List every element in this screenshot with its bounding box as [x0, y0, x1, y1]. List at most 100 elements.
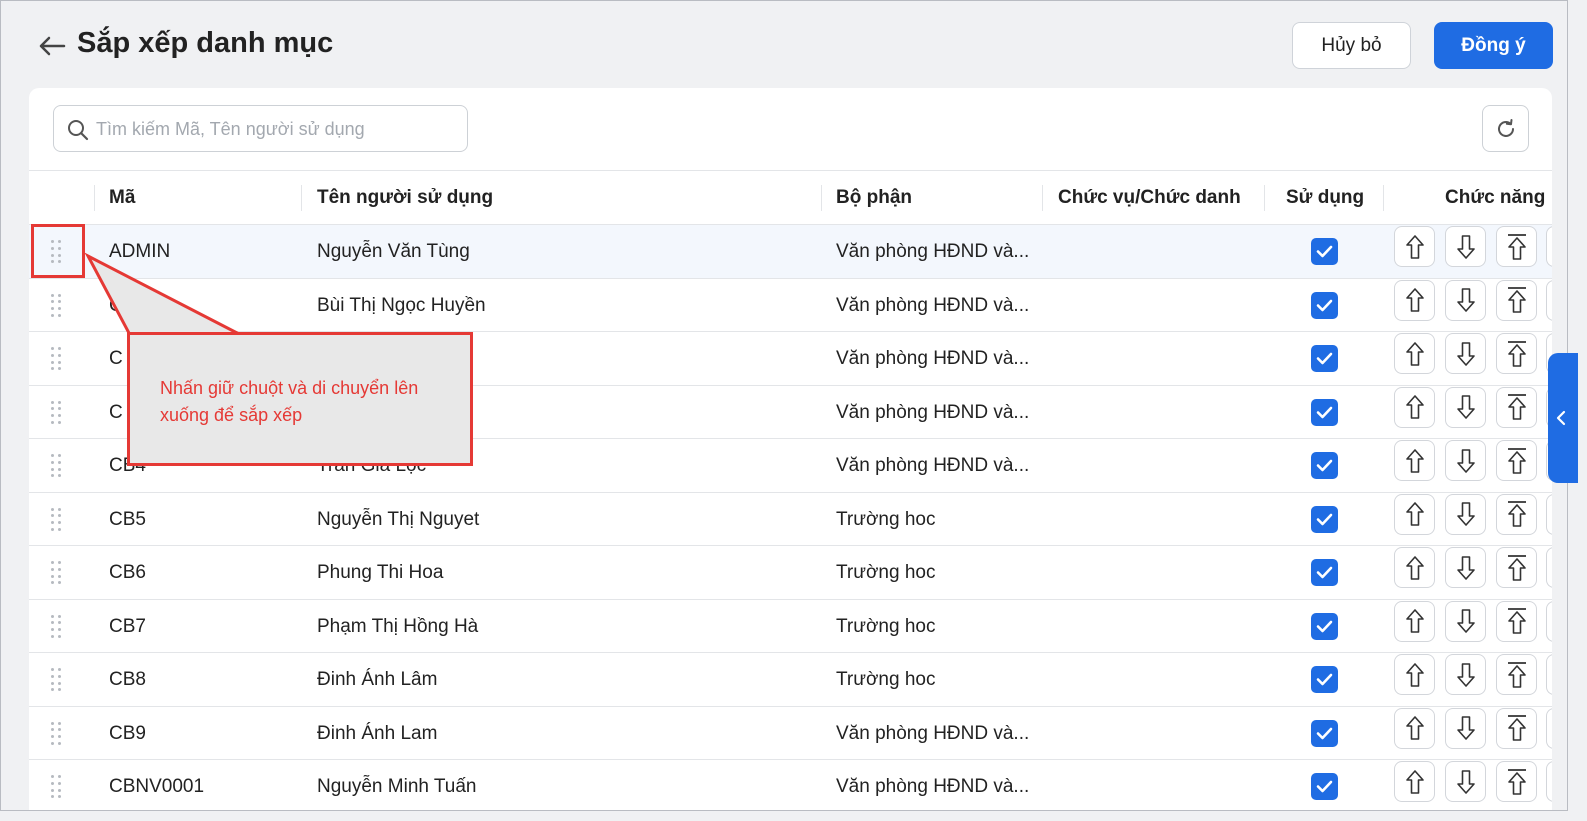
cell-name: Bùi Thị Ngọc Huyền	[317, 294, 486, 316]
check-icon	[1316, 352, 1333, 365]
move-up-button[interactable]	[1394, 226, 1435, 267]
move-to-top-button[interactable]	[1496, 386, 1537, 428]
cell-name: Phạm Thị Hồng Hà	[317, 615, 479, 637]
in-use-checkbox[interactable]	[1311, 773, 1338, 800]
column-header-in-use[interactable]: Sử dụng	[1286, 171, 1364, 225]
move-to-top-button[interactable]	[1496, 600, 1537, 642]
column-header-department[interactable]: Bộ phận	[836, 171, 912, 225]
arrow-down-icon	[1456, 448, 1475, 473]
in-use-checkbox[interactable]	[1311, 505, 1338, 533]
move-to-top-button[interactable]	[1496, 547, 1537, 588]
move-down-button[interactable]	[1445, 440, 1486, 481]
move-up-button[interactable]	[1394, 333, 1435, 374]
in-use-checkbox[interactable]	[1311, 452, 1338, 479]
move-up-button[interactable]	[1394, 654, 1435, 695]
drag-handle-icon[interactable]	[51, 400, 63, 425]
move-to-bottom-button[interactable]	[1546, 654, 1552, 695]
move-up-button[interactable]	[1394, 279, 1435, 321]
drag-handle-icon[interactable]	[51, 454, 63, 478]
search-input[interactable]	[96, 114, 456, 144]
move-to-bottom-button[interactable]	[1546, 493, 1552, 535]
in-use-checkbox[interactable]	[1311, 398, 1338, 426]
move-down-button[interactable]	[1445, 547, 1486, 588]
cell-name: Đinh Ánh Lâm	[317, 669, 438, 690]
cell-code: CB8	[109, 669, 146, 690]
ok-button[interactable]: Đồng ý	[1434, 22, 1553, 69]
in-use-checkbox[interactable]	[1311, 559, 1338, 586]
table-row[interactable]: CB6 Phung Thi Hoa Trường hoc	[29, 546, 1552, 600]
move-to-bottom-button[interactable]	[1546, 279, 1552, 321]
move-down-button[interactable]	[1445, 226, 1486, 267]
search-box	[53, 105, 468, 152]
column-header-name[interactable]: Tên người sử dụng	[317, 171, 493, 225]
column-header-code[interactable]: Mã	[109, 171, 135, 225]
cancel-button[interactable]: Hủy bỏ	[1292, 22, 1411, 69]
arrow-to-top-icon	[1507, 501, 1526, 527]
cell-name: Đinh Ánh Lam	[317, 722, 438, 744]
drag-handle-icon[interactable]	[51, 668, 63, 692]
arrow-to-top-icon	[1507, 287, 1526, 313]
move-down-button[interactable]	[1445, 333, 1486, 374]
arrow-down-icon	[1456, 341, 1475, 366]
move-down-button[interactable]	[1445, 654, 1486, 695]
move-to-bottom-button[interactable]	[1546, 707, 1552, 749]
move-to-top-button[interactable]	[1496, 493, 1537, 535]
side-panel-toggle[interactable]	[1548, 353, 1578, 483]
cell-department: Văn phòng HĐND và...	[836, 722, 1030, 744]
in-use-checkbox[interactable]	[1311, 345, 1338, 372]
move-to-top-button[interactable]	[1496, 279, 1537, 321]
arrow-up-icon	[1405, 716, 1424, 740]
table-row[interactable]: CB5 Nguyễn Thị Nguyet Trường hoc	[29, 492, 1552, 546]
column-header-position[interactable]: Chức vụ/Chức danh	[1058, 171, 1241, 225]
move-to-bottom-button[interactable]	[1546, 600, 1552, 642]
move-to-bottom-button[interactable]	[1546, 226, 1552, 267]
move-down-button[interactable]	[1445, 279, 1486, 321]
drag-handle-icon[interactable]	[51, 775, 63, 799]
move-down-button[interactable]	[1445, 707, 1486, 749]
move-down-button[interactable]	[1445, 761, 1486, 802]
in-use-checkbox[interactable]	[1311, 612, 1338, 640]
arrow-to-top-icon	[1507, 768, 1526, 795]
refresh-button[interactable]	[1482, 105, 1529, 152]
move-up-button[interactable]	[1394, 547, 1435, 588]
move-to-top-button[interactable]	[1496, 707, 1537, 749]
move-to-top-button[interactable]	[1496, 440, 1537, 481]
table-row[interactable]: CB1Bùi Thị Ngọc HuyềnVăn phòng HĐND và..…	[29, 278, 1552, 332]
in-use-checkbox[interactable]	[1311, 719, 1338, 747]
move-down-button[interactable]	[1445, 386, 1486, 428]
drag-handle-icon[interactable]	[51, 561, 63, 585]
drag-handle-icon[interactable]	[51, 507, 63, 532]
in-use-checkbox[interactable]	[1311, 666, 1338, 693]
table-row[interactable]: CB7 Phạm Thị Hồng Hà Trường hoc	[29, 599, 1552, 653]
cell-code: CBNV0001	[109, 776, 205, 797]
move-down-button[interactable]	[1445, 493, 1486, 535]
move-up-button[interactable]	[1394, 493, 1435, 535]
move-up-button[interactable]	[1394, 386, 1435, 428]
move-to-top-button[interactable]	[1496, 761, 1537, 802]
drag-handle-icon[interactable]	[51, 347, 63, 371]
drag-handle-icon[interactable]	[51, 293, 63, 318]
move-up-button[interactable]	[1394, 761, 1435, 802]
table-row[interactable]: CBNV0001 Nguyễn Minh Tuấn Văn phòng HĐND v…	[29, 760, 1552, 810]
move-up-button[interactable]	[1394, 600, 1435, 642]
table-row[interactable]: CB9 Đinh Ánh Lam Văn phòng HĐND và...	[29, 706, 1552, 760]
back-button[interactable]	[37, 31, 67, 61]
in-use-checkbox[interactable]	[1311, 238, 1338, 265]
move-up-button[interactable]	[1394, 707, 1435, 749]
move-to-bottom-button[interactable]	[1546, 761, 1552, 802]
move-down-button[interactable]	[1445, 600, 1486, 642]
move-to-top-button[interactable]	[1496, 333, 1537, 374]
table-row[interactable]: CB8 Đinh Ánh Lâm Trường hoc	[29, 653, 1552, 707]
drag-handle-icon[interactable]	[51, 614, 63, 639]
arrow-down-icon	[1456, 288, 1475, 312]
arrow-up-icon	[1405, 555, 1424, 580]
move-up-button[interactable]	[1394, 440, 1435, 481]
arrow-down-icon	[1456, 555, 1475, 580]
in-use-checkbox[interactable]	[1311, 291, 1338, 319]
table-row[interactable]: ADMIN Nguyễn Văn Tùng Văn phòng HĐND và...	[29, 225, 1552, 279]
refresh-icon	[1497, 118, 1514, 137]
move-to-bottom-button[interactable]	[1546, 547, 1552, 588]
move-to-top-button[interactable]	[1496, 654, 1537, 695]
drag-handle-icon[interactable]	[51, 721, 63, 746]
move-to-top-button[interactable]	[1496, 226, 1537, 267]
